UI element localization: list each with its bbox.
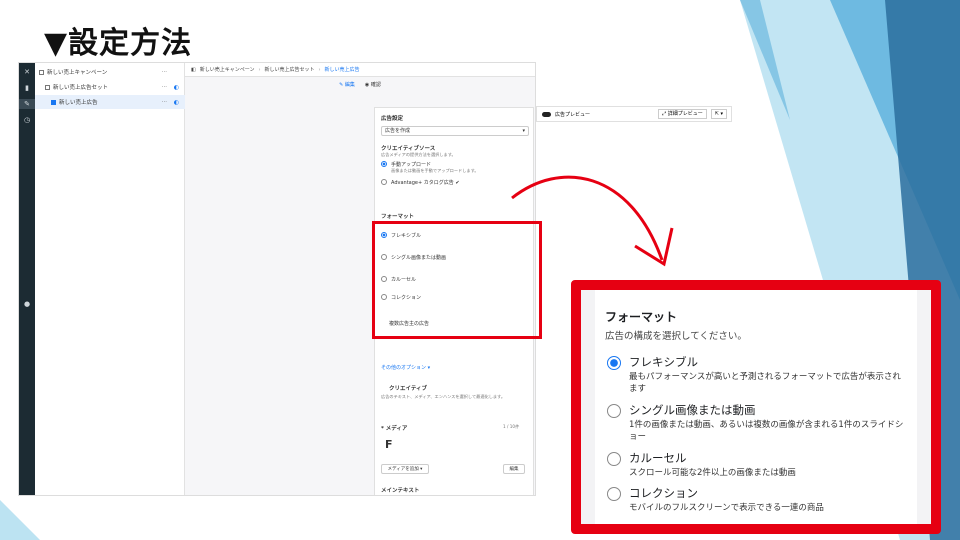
checkbox[interactable] (39, 69, 44, 75)
collection-label: コレクション (629, 486, 698, 500)
media-heading: * メディア (381, 426, 408, 432)
checkbox[interactable] (45, 84, 50, 90)
carousel-label: カルーセル (629, 451, 687, 465)
clock-icon[interactable]: ◷ (19, 115, 35, 125)
slide: ▼設定方法 ✕ ▮ ✎ ◷ ● 新しい売上キャンペーン ··· 新しい売上広告セ… (0, 0, 960, 540)
manual-upload-desc: 画像または動画を手動でアップロードします。 (391, 168, 479, 173)
review-mode-label: 確認 (370, 81, 381, 88)
info-icon[interactable]: ● (19, 299, 35, 309)
close-icon[interactable]: ✕ (19, 67, 35, 77)
flexible-radio[interactable] (607, 356, 621, 370)
more-options-link[interactable]: その他のオプション ▾ (381, 364, 430, 371)
edit-button[interactable]: 編集 (503, 464, 525, 474)
checkbox[interactable] (51, 99, 56, 105)
flexible-desc: 最もパフォーマンスが高いと予測されるフォーマットで広告が表示されます (629, 372, 901, 394)
tree-label: 新しい売上広告 (59, 100, 98, 106)
more-icon[interactable]: ··· (162, 99, 167, 105)
more-icon[interactable]: ··· (162, 69, 167, 75)
ad-preview-toolbar: 広告プレビュー ⤢ 詳細プレビュー ⇱ ▾ (536, 106, 732, 122)
edit-mode-button[interactable]: ✎ 編集 (339, 81, 355, 88)
format-subtitle: 広告の構成を選択してください。 (605, 331, 747, 342)
ad-setup-heading: 広告設定 (381, 116, 404, 122)
tree-label: 新しい売上キャンペーン (47, 70, 108, 76)
chevron-right-icon: › (318, 66, 321, 73)
media-count: 1 / 10件 (503, 424, 520, 429)
campaign-tree: 新しい売上キャンペーン ··· 新しい売上広告セット ··· ◐ 新しい売上広告… (35, 63, 185, 495)
creative-source-sub: 広告メディアの提供方法を選択します。 (381, 152, 456, 157)
manual-upload-radio[interactable] (381, 161, 387, 167)
catalog-radio[interactable] (381, 179, 387, 185)
manual-upload-label: 手動アップロード (391, 162, 432, 168)
format-highlight-box (372, 221, 542, 339)
collection-desc: モバイルのフルスクリーンで表示できる一連の商品 (629, 503, 824, 513)
creative-sub: 広告のテキスト、メディア、エンハンスを選択して最適化します。 (381, 394, 506, 399)
toggle-icon[interactable]: ◐ (174, 84, 179, 91)
tree-label: 新しい売上広告セット (53, 85, 109, 91)
sidebar-toggle-icon[interactable]: ◧ (191, 67, 196, 73)
preview-toggle[interactable] (542, 111, 551, 117)
breadcrumb-ad[interactable]: 新しい売上広告 (325, 66, 360, 73)
format-section: フォーマット 広告の構成を選択してください。 フレキシブル 最もパフォーマンスが… (595, 290, 917, 530)
review-mode-button[interactable]: ◉ 確認 (365, 81, 381, 88)
primary-text-heading: メインテキスト (381, 488, 420, 494)
detail-preview-button[interactable]: ⤢ 詳細プレビュー (658, 109, 707, 119)
format-callout: フォーマット 広告の構成を選択してください。 フレキシブル 最もパフォーマンスが… (571, 280, 941, 534)
edit-mode-label: 編集 (344, 81, 355, 88)
ad-setup-select[interactable]: 広告を作成 ▾ (381, 126, 529, 136)
single-media-radio[interactable] (607, 404, 621, 418)
ad-setup-value: 広告を作成 (385, 128, 411, 134)
left-rail: ✕ ▮ ✎ ◷ ● (19, 63, 35, 495)
chevron-down-icon: ▾ (522, 128, 525, 134)
breadcrumb-campaign[interactable]: 新しい売上キャンペーン (200, 66, 255, 73)
add-media-button[interactable]: メディアを追加 ▾ (381, 464, 429, 474)
format-title: フォーマット (605, 310, 678, 324)
detail-preview-label: 詳細プレビュー (667, 111, 703, 117)
creative-source-heading: クリエイティブソース (381, 146, 436, 152)
preview-label: 広告プレビュー (555, 111, 591, 118)
chart-icon[interactable]: ▮ (19, 83, 35, 93)
divider (595, 528, 917, 530)
tree-row-adset[interactable]: 新しい売上広告セット ··· ◐ (35, 80, 185, 94)
share-menu-button[interactable]: ⇱ ▾ (710, 109, 727, 119)
chevron-right-icon: › (258, 66, 261, 73)
collection-radio[interactable] (607, 487, 621, 501)
single-media-desc: 1件の画像または動画、あるいは複数の画像が含まれる1件のスライドショー (629, 420, 904, 442)
carousel-desc: スクロール可能な2件以上の画像または動画 (629, 468, 796, 478)
edit-icon[interactable]: ✎ (19, 99, 35, 109)
more-icon[interactable]: ··· (162, 84, 167, 90)
carousel-radio[interactable] (607, 452, 621, 466)
toggle-icon[interactable]: ◐ (174, 99, 179, 106)
media-thumbnail[interactable]: F (385, 438, 393, 451)
tree-row-ad[interactable]: 新しい売上広告 ··· ◐ (35, 95, 185, 109)
breadcrumb: ◧ 新しい売上キャンペーン › 新しい売上広告セット › 新しい売上広告 (185, 63, 535, 77)
mode-switch: ✎ 編集 ◉ 確認 (185, 77, 535, 91)
single-media-label: シングル画像または動画 (629, 403, 756, 417)
catalog-label: Advantage+ カタログ広告 ✔ (391, 180, 460, 186)
creative-heading: クリエイティブ (389, 386, 428, 392)
format-heading: フォーマット (381, 214, 415, 220)
slide-title: ▼設定方法 (44, 26, 193, 61)
breadcrumb-adset[interactable]: 新しい売上広告セット (265, 66, 315, 73)
flexible-label: フレキシブル (629, 355, 698, 369)
tree-row-campaign[interactable]: 新しい売上キャンペーン ··· (35, 65, 185, 79)
